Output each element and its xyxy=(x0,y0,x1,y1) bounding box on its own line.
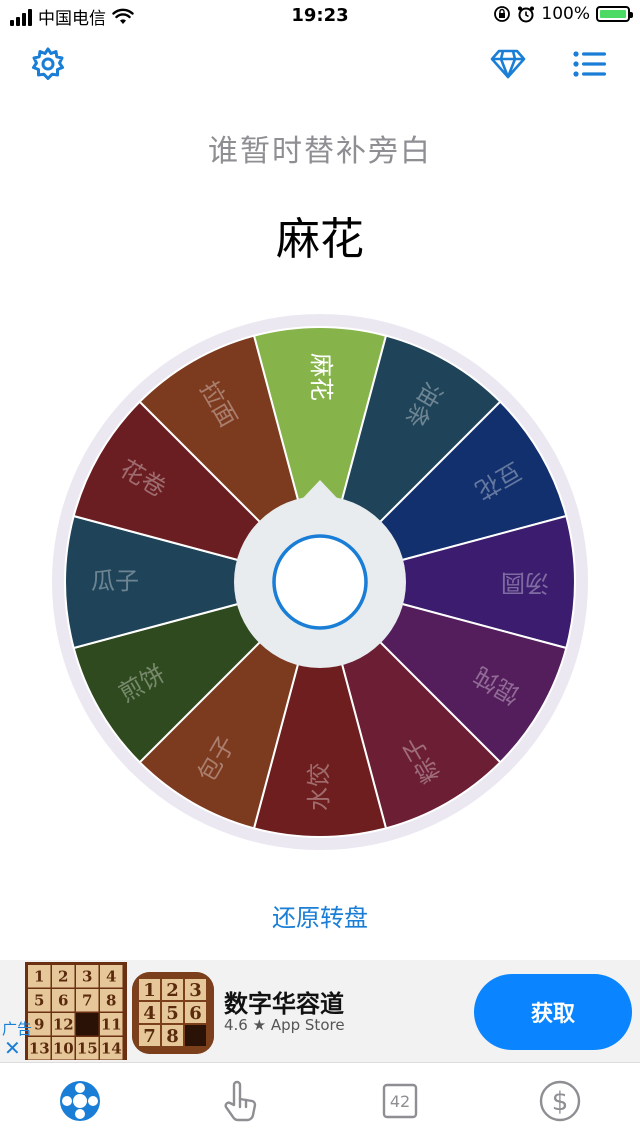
puzzle-tile-label: 2 xyxy=(166,980,179,1001)
number-icon: 42 xyxy=(382,1083,418,1119)
gear-icon[interactable] xyxy=(30,46,66,82)
tab-bar: 42 $ xyxy=(0,1062,640,1139)
ad-app-title[interactable]: 数字华容道 xyxy=(224,984,344,1019)
puzzle-tile-label: 11 xyxy=(101,1016,122,1034)
puzzle-tile-label: 6 xyxy=(189,1003,202,1024)
ad-app-icon[interactable]: 123 456 78 xyxy=(132,972,214,1054)
list-icon[interactable] xyxy=(572,50,608,78)
number-icon-label: 42 xyxy=(390,1092,410,1111)
wheel-segment-label: 瓜子 xyxy=(91,567,139,595)
puzzle-tile-label: 5 xyxy=(166,1003,179,1024)
tab-dollar[interactable]: $ xyxy=(534,1075,586,1127)
puzzle-tile-label: 1 xyxy=(34,968,44,986)
puzzle-tile-label: 3 xyxy=(189,980,202,1001)
pointer-icon xyxy=(224,1080,257,1122)
ad-get-button[interactable]: 获取 xyxy=(474,974,632,1050)
spin-result: 麻花 xyxy=(276,214,364,265)
wheel-segment-label: 水饺 xyxy=(305,763,333,811)
puzzle-tile-label: 15 xyxy=(77,1040,98,1058)
puzzle-tile-label: 9 xyxy=(34,1016,44,1034)
spin-button[interactable] xyxy=(272,534,368,630)
tab-number[interactable]: 42 xyxy=(374,1075,426,1127)
puzzle-tile-label: 14 xyxy=(101,1040,122,1058)
battery-icon xyxy=(596,6,633,22)
diamond-icon[interactable] xyxy=(490,48,526,80)
puzzle-tile-label: 1 xyxy=(143,980,156,1001)
svg-text:$: $ xyxy=(552,1087,569,1117)
wheel-icon xyxy=(60,1081,100,1121)
tab-wheel[interactable] xyxy=(54,1075,106,1127)
puzzle-tile-label: 10 xyxy=(53,1040,74,1058)
puzzle-tile-label: 8 xyxy=(166,1026,179,1047)
reset-wheel-button[interactable]: 还原转盘 xyxy=(0,898,640,933)
puzzle-tile-label: 5 xyxy=(34,992,44,1010)
app-icon-image: 1 2 3 4 5 6 7 8 xyxy=(132,972,214,1054)
dollar-icon: $ xyxy=(539,1080,581,1122)
ad-app-rating: 4.6 ★ App Store xyxy=(224,1016,345,1034)
status-bar: 中国电信 19:23 100% xyxy=(0,0,640,34)
puzzle-tile-label: 8 xyxy=(106,992,116,1010)
puzzle-tile-label: 6 xyxy=(58,992,68,1010)
puzzle-tile xyxy=(76,1013,99,1036)
orientation-lock-icon xyxy=(494,6,511,22)
puzzle-tile-label: 12 xyxy=(53,1016,74,1034)
puzzle-ad-image: 1 2 3 45 6 7 89 12 1113 10 15 14 xyxy=(25,962,127,1060)
puzzle-tile-label: 7 xyxy=(143,1026,156,1047)
wheel-segment-label: 麻花 xyxy=(307,353,335,401)
puzzle-tile-label: 2 xyxy=(58,968,68,986)
puzzle-tile-label: 13 xyxy=(29,1040,50,1058)
ad-close-button[interactable]: ✕ xyxy=(4,1036,21,1060)
tab-pointer[interactable] xyxy=(214,1075,266,1127)
puzzle-tile-label: 3 xyxy=(82,968,92,986)
puzzle-tile xyxy=(185,1025,206,1046)
status-right: 100% xyxy=(493,4,633,24)
puzzle-tile-label: 4 xyxy=(106,968,116,986)
wheel-segment-label: 汤圆 xyxy=(501,569,549,597)
puzzle-tile-label: 4 xyxy=(143,1003,156,1024)
puzzle-tile-label: 7 xyxy=(82,992,92,1010)
alarm-icon xyxy=(518,6,535,23)
question-prompt: 谁暂时替补旁白 xyxy=(208,134,432,169)
spin-wheel[interactable]: 麻花油条豆花汤圆馄饨粽子水饺包子煎饼瓜子花卷拉面 xyxy=(50,312,590,852)
battery-percent: 100% xyxy=(541,4,590,24)
